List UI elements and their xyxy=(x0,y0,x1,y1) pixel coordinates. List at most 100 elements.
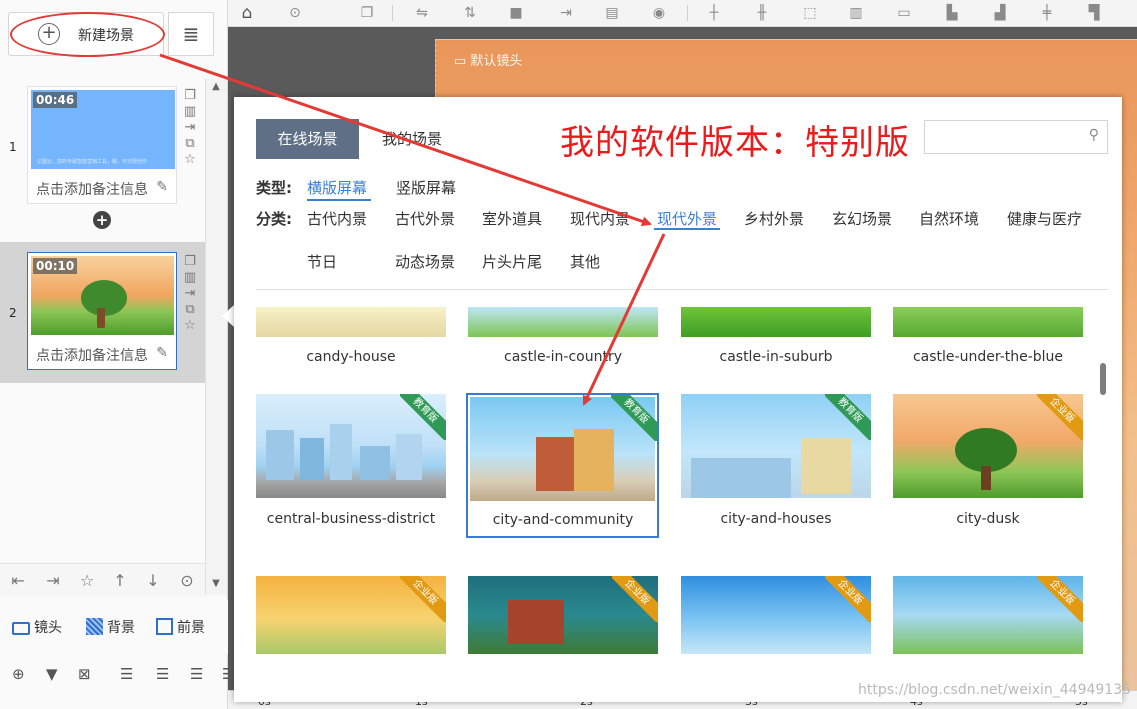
category-item[interactable]: 玄幻场景 xyxy=(832,208,892,229)
scene-number: 2 xyxy=(9,306,17,320)
group-icon[interactable]: ⬚ xyxy=(800,3,820,23)
category-item-active[interactable]: 现代外景 xyxy=(657,208,717,229)
scene-name: city-and-houses xyxy=(720,511,832,527)
align-v-icon[interactable]: ▥ xyxy=(846,3,866,23)
scene-card[interactable]: 教育版 central-business-district xyxy=(256,394,446,527)
popup-pointer xyxy=(222,305,234,327)
scene-note[interactable]: 点击添加备注信息 xyxy=(36,345,166,365)
scene-name: candy-house xyxy=(306,349,396,365)
move-down-icon[interactable]: ↓ xyxy=(142,570,164,592)
export-icon[interactable]: ⇥ xyxy=(181,286,199,302)
add-scene-icon[interactable]: + xyxy=(93,211,111,229)
category-item[interactable]: 自然环境 xyxy=(919,208,979,229)
type-horizontal[interactable]: 横版屏幕 xyxy=(307,177,367,198)
scene-note[interactable]: 点击添加备注信息 xyxy=(36,179,166,199)
align-middle-icon[interactable]: ╪ xyxy=(1037,3,1057,23)
scroll-down-icon[interactable]: ▼ xyxy=(205,578,227,592)
align-top-icon[interactable]: ▜ xyxy=(1084,3,1104,23)
align-bottom-icon[interactable]: ▭ xyxy=(894,3,914,23)
clear-filter-icon[interactable]: ⊠ xyxy=(78,665,91,683)
scene-card[interactable]: castle-in-suburb xyxy=(681,307,871,367)
scene-card[interactable]: 企业版 xyxy=(681,576,871,654)
distribute-h-icon[interactable]: ╫ xyxy=(752,3,772,23)
export-icon[interactable]: ⇥ xyxy=(42,570,64,592)
layer-background-label: 背景 xyxy=(107,620,135,636)
align-left-icon[interactable]: ☰ xyxy=(120,665,133,683)
align-center-icon[interactable]: ☰ xyxy=(156,665,169,683)
home-icon[interactable]: ⌂ xyxy=(237,3,257,23)
star-icon[interactable]: ☆ xyxy=(76,570,98,592)
flip-icon[interactable]: ⇋ xyxy=(412,3,432,23)
copy-icon[interactable]: ❐ xyxy=(181,254,199,270)
flip-v-icon[interactable]: ⇅ xyxy=(460,3,480,23)
scene-card[interactable]: candy-house xyxy=(256,307,446,367)
scene-preview xyxy=(468,307,658,337)
scene-card[interactable]: castle-in-country xyxy=(468,307,658,367)
delete-icon[interactable]: ▥ xyxy=(181,270,199,286)
scroll-up-icon[interactable]: ▲ xyxy=(205,81,227,95)
align-right-icon[interactable]: ☰ xyxy=(190,665,203,683)
category-item[interactable]: 古代内景 xyxy=(307,208,367,229)
category-item[interactable]: 古代外景 xyxy=(395,208,455,229)
duplicate-icon[interactable]: ⧉ xyxy=(181,136,199,152)
type-vertical[interactable]: 竖版屏幕 xyxy=(396,177,456,198)
layer-background[interactable]: 背景 xyxy=(86,617,135,637)
category-item[interactable]: 其他 xyxy=(570,251,600,272)
category-item[interactable]: 现代内景 xyxy=(570,208,630,229)
delete-icon[interactable]: ▥ xyxy=(181,104,199,120)
category-item[interactable]: 室外道具 xyxy=(482,208,542,229)
export-icon[interactable]: ⇥ xyxy=(181,120,199,136)
align-left-icon[interactable]: ▙ xyxy=(942,3,962,23)
scene-card-selected[interactable]: 教育版 city-and-community xyxy=(466,393,659,538)
star-icon[interactable]: ☆ xyxy=(181,152,199,168)
import-icon[interactable]: ⇤ xyxy=(7,570,29,592)
scene-card[interactable]: castle-under-the-blue xyxy=(893,307,1083,367)
scene-name: central-business-district xyxy=(266,511,436,527)
scene-scrollbar[interactable] xyxy=(205,79,227,595)
category-item[interactable]: 片头片尾 xyxy=(482,251,542,272)
scene-name: castle-in-country xyxy=(504,349,622,365)
scene-card[interactable]: 教育版 city-and-houses xyxy=(681,394,871,527)
scene-card[interactable]: 企业版 xyxy=(893,576,1083,654)
pencil-icon[interactable]: ✎ xyxy=(156,345,168,361)
more-icon[interactable]: ⊙ xyxy=(285,3,305,23)
scene-card[interactable]: 企业版 city-dusk xyxy=(893,394,1083,527)
layer-camera[interactable]: 镜头 xyxy=(12,617,62,637)
search-icon[interactable]: ⚲ xyxy=(1089,127,1099,143)
category-item[interactable]: 节日 xyxy=(307,251,337,272)
layer-foreground[interactable]: 前景 xyxy=(156,617,205,637)
search-input[interactable]: ⚲ xyxy=(924,120,1108,154)
category-item[interactable]: 健康与医疗 xyxy=(1007,208,1082,229)
scene-name: castle-in-suburb xyxy=(719,349,833,365)
popup-scrollbar[interactable] xyxy=(1100,363,1106,395)
align-center-icon[interactable]: ┼ xyxy=(704,3,724,23)
more-icon[interactable]: ⊙ xyxy=(176,570,198,592)
move-up-icon[interactable]: ↑ xyxy=(109,570,131,592)
lock-icon[interactable]: ■ xyxy=(506,3,526,23)
align-right-icon[interactable]: ▟ xyxy=(990,3,1010,23)
scene-actions: ⇤ ⇥ ☆ ↑ ↓ ⊙ xyxy=(0,563,205,597)
copy-icon[interactable]: ❐ xyxy=(181,88,199,104)
star-icon[interactable]: ☆ xyxy=(181,318,199,334)
category-item[interactable]: 乡村外景 xyxy=(744,208,804,229)
target-icon[interactable]: ⊕ xyxy=(12,665,25,683)
delete-icon[interactable]: ▤ xyxy=(602,3,622,23)
scene-card[interactable]: 企业版 xyxy=(468,576,658,654)
export-icon[interactable]: ⇥ xyxy=(556,3,576,23)
edu-badge: 教育版 xyxy=(400,394,446,440)
pencil-icon[interactable]: ✎ xyxy=(156,179,168,195)
tab-my-scenes[interactable]: 我的场景 xyxy=(382,119,442,159)
tab-online-scenes[interactable]: 在线场景 xyxy=(256,119,359,159)
music-list-button[interactable]: ≣ xyxy=(168,12,214,56)
category-item[interactable]: 动态场景 xyxy=(395,251,455,272)
edu-badge: 教育版 xyxy=(825,394,871,440)
copy-icon[interactable]: ❐ xyxy=(357,3,377,23)
scene-card-1[interactable]: 00:46 亿图云，您的专属智能营销工具，聊，可无限创作 点击添加备注信息 ✎ xyxy=(27,86,177,204)
scene-card-2[interactable]: 00:10 点击添加备注信息 ✎ xyxy=(27,252,177,370)
camera-label: ▭ 默认镜头 xyxy=(454,54,523,69)
duplicate-icon[interactable]: ⧉ xyxy=(181,302,199,318)
palette-icon[interactable]: ◉ xyxy=(649,3,669,23)
scene-card[interactable]: 企业版 xyxy=(256,576,446,654)
filter-icon[interactable]: ▼ xyxy=(46,665,58,683)
scene-number: 1 xyxy=(9,140,17,154)
